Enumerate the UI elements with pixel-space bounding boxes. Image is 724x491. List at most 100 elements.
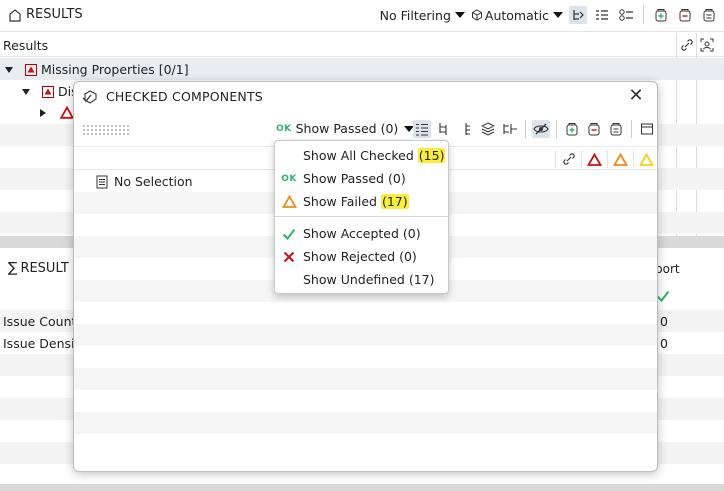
settings-list-button[interactable] [617,6,635,24]
dropdown-arrow-icon [553,12,563,18]
menu-item-show-accepted[interactable]: Show Accepted (0) [275,222,448,245]
bottom-border [0,484,724,491]
layers-button[interactable] [479,120,497,138]
menu-item-count: (17) [408,272,435,287]
menu-item-show-undefined[interactable]: Show Undefined (17) [275,268,448,291]
dialog-row [74,368,657,390]
toolbar-grip[interactable] [82,124,130,136]
menu-item-count: (15) [417,148,446,163]
dialog-row [74,412,657,434]
dialog-titlebar[interactable]: CHECKED COMPONENTS ✕ [74,82,657,112]
warning-column-button[interactable] [607,150,633,168]
filtering-dropdown[interactable]: No Filtering [380,8,465,23]
expand-all-icon [655,9,667,22]
structure-button[interactable] [501,120,519,138]
list-view-button[interactable] [413,120,431,138]
list-icon [416,123,428,136]
toolbar-separator [525,120,526,138]
collapse-all-button[interactable] [676,6,694,24]
ok-badge-icon: OK [276,123,292,134]
error-triangle-icon [587,152,602,166]
filtering-label: No Filtering [379,7,451,23]
focus-icon [700,38,714,52]
list-icon [596,10,608,20]
expand-all-icon [566,123,578,136]
results-topbar: RESULTS No Filtering Automatic [0,0,724,32]
no-selection-item: No Selection [96,174,193,189]
expand-all-button[interactable] [563,120,581,138]
window-icon [641,123,653,135]
dialog-row [74,302,657,324]
menu-item-show-passed[interactable]: OK Show Passed (0) [275,167,448,190]
link-column-button[interactable] [555,150,581,168]
close-icon[interactable]: ✕ [627,87,645,105]
expand-all-button[interactable] [652,6,670,24]
results-toolbar: No Filtering Automatic [380,6,718,24]
hierarchy-view-button[interactable] [569,6,587,24]
eye-slash-icon [533,123,549,135]
ok-badge-icon: OK [281,173,297,184]
automatic-dropdown[interactable]: Automatic [471,8,563,23]
tree-row-label: Missing Properties [0/1] [41,62,189,77]
dialog-row [74,346,657,368]
tree-view-button[interactable] [435,120,453,138]
cube-icon [471,9,482,21]
summary-title: RESULT [20,260,69,276]
no-selection-text: No Selection [114,174,193,189]
hierarchy-icon [465,123,470,135]
tree-icon [439,123,447,135]
clipboard-icon [610,123,622,136]
error-folder-icon [42,85,54,98]
toolbar-separator [631,120,632,138]
collapsed-arrow-icon[interactable] [40,108,46,117]
link-icon [681,39,693,51]
cross-icon [283,251,295,262]
tree-row-missing-properties[interactable]: Missing Properties [0/1] [0,58,724,80]
results-header-label: Results [3,38,49,53]
link-icon [562,153,575,165]
dialog-row [74,324,657,346]
menu-item-show-rejected[interactable]: Show Rejected (0) [275,245,448,268]
focus-column-button[interactable] [698,36,716,54]
collapse-all-button[interactable] [585,120,603,138]
info-column-button[interactable] [633,150,657,168]
menu-separator [275,216,448,217]
warning-triangle-icon [281,195,297,208]
warning-triangle-icon [613,152,628,166]
visibility-toggle-button[interactable] [532,120,550,138]
show-filter-dropdown[interactable]: OK Show Passed (0) [276,121,415,136]
menu-item-count: (0) [387,171,406,186]
component-check-icon [82,89,97,104]
menu-item-label: Show Accepted [303,226,399,241]
link-column-button[interactable] [678,36,696,54]
menu-item-label: Show All Checked [303,148,414,163]
toolbar-separator [556,120,557,138]
summary-row-value: 0 [660,336,668,351]
error-triangle-icon [60,106,74,119]
error-folder-icon [25,63,37,76]
export-button[interactable] [700,6,718,24]
maximize-panel-button[interactable] [638,120,656,138]
list-view-button[interactable] [593,6,611,24]
menu-item-show-all-checked[interactable]: Show All Checked (15) [275,144,448,167]
dialog-tool-buttons [413,120,656,138]
dialog-row [74,434,657,456]
toolbar-separator [643,6,644,24]
export-button[interactable] [607,120,625,138]
summary-column-label: port [655,262,680,276]
error-column-button[interactable] [581,150,607,168]
menu-item-label: Show Passed [303,171,384,186]
menu-item-show-failed[interactable]: Show Failed (17) [275,190,448,213]
expand-arrow-icon[interactable] [22,88,30,95]
collapse-all-icon [588,123,600,136]
automatic-label: Automatic [484,7,549,23]
menu-item-count: (17) [380,194,409,209]
results-title-area: RESULTS [8,7,83,22]
menu-item-label: Show Rejected [303,249,396,264]
gear-list-icon [619,9,633,21]
dropdown-arrow-icon [454,12,465,18]
expand-arrow-icon[interactable] [5,66,13,73]
hierarchy-button[interactable] [457,120,475,138]
layers-icon [481,122,495,136]
structure-icon [503,124,517,134]
